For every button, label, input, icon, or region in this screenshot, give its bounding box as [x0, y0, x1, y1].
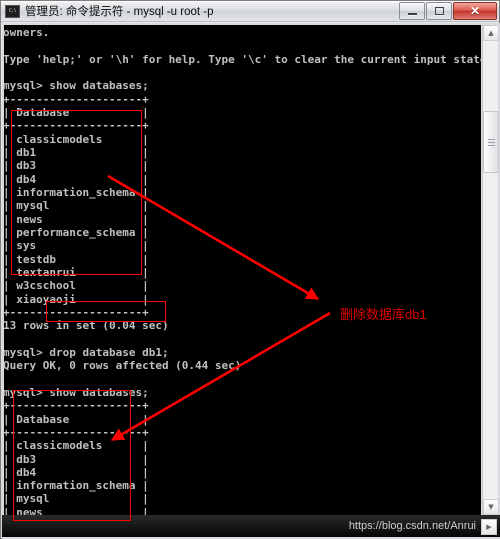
window-controls: ✕ [398, 2, 497, 20]
maximize-button[interactable] [426, 2, 452, 20]
scroll-down-button[interactable]: ▼ [483, 499, 499, 515]
console-window: C:\ 管理员: 命令提示符 - mysql -u root -p ✕ owne… [0, 0, 500, 539]
scrollbar-thumb[interactable] [483, 111, 499, 173]
scroll-up-button[interactable]: ▲ [483, 25, 499, 41]
watermark-text: https://blog.csdn.net/Anrui [348, 520, 476, 532]
console-client-area: owners. Type 'help;' or '\h' for help. T… [2, 23, 500, 539]
window-bottom-strip: https://blog.csdn.net/Anrui [2, 515, 500, 537]
minimize-icon [407, 12, 417, 15]
close-icon: ✕ [469, 4, 481, 18]
console-icon: C:\ [5, 4, 20, 18]
maximize-icon [434, 7, 444, 15]
window-title: 管理员: 命令提示符 - mysql -u root -p [25, 6, 214, 18]
window-titlebar[interactable]: C:\ 管理员: 命令提示符 - mysql -u root -p ✕ [1, 1, 499, 22]
console-output-area[interactable]: owners. Type 'help;' or '\h' for help. T… [4, 25, 481, 515]
minimize-button[interactable] [399, 2, 425, 20]
screenshot-root: C:\ 管理员: 命令提示符 - mysql -u root -p ✕ owne… [0, 0, 500, 539]
console-icon-text: C:\ [8, 7, 17, 14]
scrollbar-grip-icon [487, 138, 495, 146]
terminal-text: owners. Type 'help;' or '\h' for help. T… [4, 26, 481, 515]
vertical-scrollbar[interactable]: ▲ ▼ [482, 25, 499, 515]
scroll-right-button[interactable]: ▶ [481, 519, 497, 535]
close-button[interactable]: ✕ [453, 2, 497, 20]
